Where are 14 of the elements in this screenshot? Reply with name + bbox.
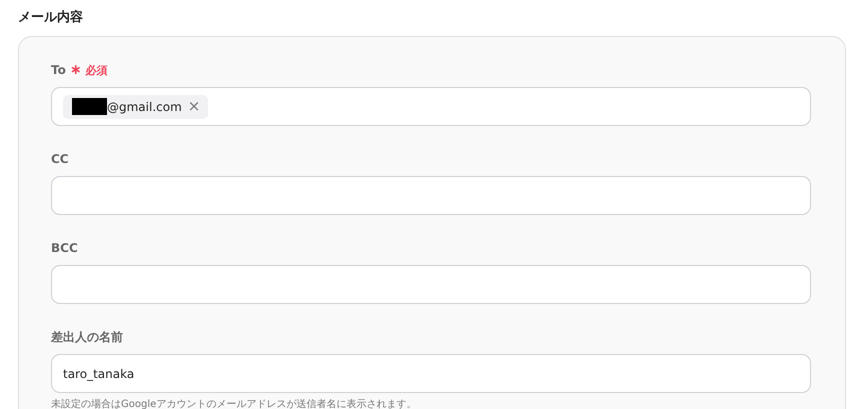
required-label: 必須 [86, 62, 108, 78]
text-field[interactable] [51, 176, 811, 215]
text-field[interactable]: taro_tanaka [51, 354, 811, 393]
field-label: BCC [51, 241, 78, 255]
text-field[interactable] [51, 265, 811, 304]
field-label: To [51, 63, 66, 77]
remove-chip-button[interactable]: × [188, 99, 200, 114]
field-hint: 未設定の場合はGoogleアカウントのメールアドレスが送信者名に表示されます。 [51, 398, 418, 409]
field-label: CC [51, 152, 69, 166]
section-title: メール内容 [18, 9, 84, 27]
required-mark: ∗ [70, 62, 82, 78]
recipient-field[interactable]: @gmail.com × [51, 87, 811, 126]
field-label: 差出人の名前 [51, 328, 123, 346]
email-address: @gmail.com [107, 100, 182, 114]
